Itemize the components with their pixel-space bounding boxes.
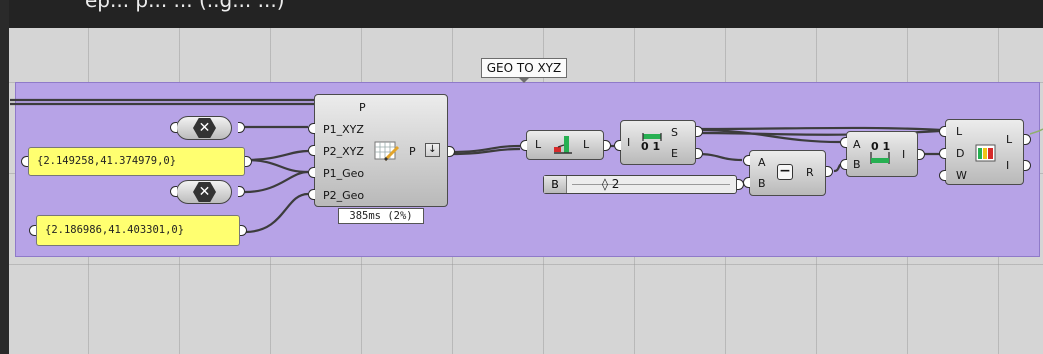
combine-grip-a[interactable] — [840, 137, 847, 148]
list-item-input-l[interactable]: L — [535, 138, 541, 151]
replace-input-d[interactable]: D — [956, 147, 964, 160]
subtract-input-a[interactable]: A — [758, 156, 766, 169]
list-item-output-l[interactable]: L — [583, 138, 589, 151]
minus-icon: − — [777, 164, 793, 180]
replace-output-i[interactable]: I — [1006, 159, 1009, 172]
toggle1-input-grip[interactable] — [170, 122, 177, 133]
split-binary-text: 0 1 — [641, 140, 661, 153]
split-output-e[interactable]: E — [671, 147, 678, 160]
panel1-input-grip[interactable] — [21, 156, 28, 167]
wire-panel1b — [244, 149, 309, 162]
replace-input-l[interactable]: L — [956, 125, 962, 138]
wires-layer — [10, 98, 1043, 234]
main-grip-p1-geo[interactable] — [308, 167, 315, 178]
input-p[interactable]: P — [359, 101, 366, 114]
slider-label: B — [544, 176, 567, 193]
combine-input-a[interactable]: A — [853, 138, 861, 151]
combine-binary-component[interactable]: A B 0 1 I — [846, 131, 918, 177]
toggle-x-icon: ✕ — [193, 118, 216, 138]
number-slider[interactable]: B ◊ 2 — [543, 175, 737, 194]
wire-panel1 — [244, 158, 309, 174]
replace-items-icon — [975, 144, 996, 162]
slider-track[interactable] — [572, 184, 730, 185]
wire-split-e — [696, 152, 743, 162]
subtract-input-b[interactable]: B — [758, 177, 766, 190]
split-output-s[interactable]: S — [671, 126, 678, 139]
timing-badge: 385ms (2%) — [338, 208, 424, 224]
slider-value[interactable]: ◊ 2 — [602, 177, 619, 191]
combine-grip-b[interactable] — [840, 159, 847, 170]
split-grip-in[interactable] — [614, 140, 621, 151]
list-grip-in[interactable] — [520, 140, 527, 151]
combine-input-b[interactable]: B — [853, 158, 861, 171]
combine-binary-icon — [870, 152, 890, 164]
subtract-output-r[interactable]: R — [806, 166, 814, 179]
panel2-input-grip[interactable] — [29, 225, 36, 236]
wire-top-through — [696, 126, 943, 132]
menu-arrow-icon[interactable]: ↓ — [425, 143, 440, 157]
replace-items-component[interactable]: L D W L I — [945, 119, 1024, 185]
list-item-icon — [554, 136, 572, 154]
replace-output-l[interactable]: L — [1006, 133, 1012, 146]
main-grip-p2-geo[interactable] — [308, 189, 315, 200]
main-grip-p2-xyz[interactable] — [308, 145, 315, 156]
wire-offscreen — [1029, 128, 1043, 135]
text-panel-2[interactable]: {2.186986,41.403301,0} — [36, 215, 240, 246]
combine-output-i[interactable]: I — [902, 148, 905, 161]
replace-grip-d[interactable] — [939, 148, 946, 159]
input-p1-xyz[interactable]: P1_XYZ — [323, 123, 364, 136]
toggle2-input-grip[interactable] — [170, 186, 177, 197]
wire-split-s — [696, 128, 841, 144]
grasshopper-canvas[interactable]: ep... p... ... (..g... ...) GEO TO XYZ ✕… — [0, 0, 1043, 354]
wire-panel2 — [244, 192, 309, 234]
input-p2-geo[interactable]: P2_Geo — [323, 189, 364, 202]
boolean-toggle-1[interactable]: ✕ — [176, 116, 232, 140]
output-p[interactable]: P — [409, 145, 416, 158]
list-item-component[interactable]: L L — [526, 130, 604, 160]
split-input-i[interactable]: I — [627, 136, 630, 149]
geo-to-xyz-component[interactable]: P P1_XYZ P2_XYZ P1_Geo P2_Geo P ↓ — [314, 94, 448, 207]
subtraction-component[interactable]: A B − R — [749, 150, 826, 196]
boolean-toggle-2[interactable]: ✕ — [176, 180, 232, 204]
split-binary-component[interactable]: I 0 1 S E — [620, 120, 696, 165]
replace-grip-l[interactable] — [939, 126, 946, 137]
text-panel-1[interactable]: {2.149258,41.374979,0} — [28, 147, 245, 176]
replace-grip-w[interactable] — [939, 170, 946, 181]
input-p2-xyz[interactable]: P2_XYZ — [323, 145, 364, 158]
subtract-grip-a[interactable] — [743, 155, 750, 166]
toggle-x-icon: ✕ — [193, 182, 216, 202]
map-grid-pencil-icon — [374, 141, 400, 162]
input-p1-geo[interactable]: P1_Geo — [323, 167, 364, 180]
replace-input-w[interactable]: W — [956, 169, 967, 182]
main-grip-p1-xyz[interactable] — [308, 123, 315, 134]
subtract-grip-b[interactable] — [743, 177, 750, 188]
wire-toggle2 — [244, 170, 309, 194]
